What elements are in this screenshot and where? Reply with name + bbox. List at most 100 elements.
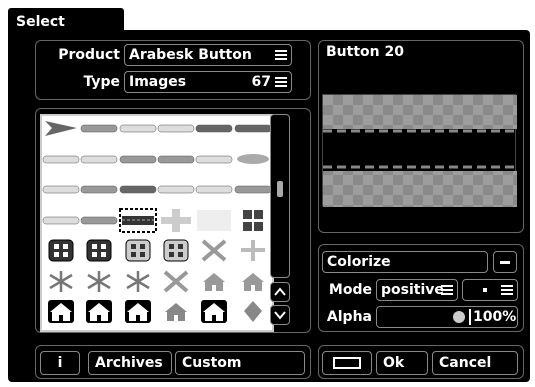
pattern-thumbnail-bar-gray[interactable] — [80, 177, 118, 202]
pattern-thumbnail-bar-light[interactable] — [157, 177, 195, 202]
hamburger-menu-icon — [275, 77, 287, 87]
pattern-thumbnail-bar-dark[interactable] — [119, 177, 157, 202]
pattern-thumbnail-dice-light[interactable] — [157, 238, 195, 263]
pattern-grid — [40, 114, 274, 332]
pattern-thumbnail-diamond[interactable] — [234, 299, 272, 324]
type-count: 67 — [251, 74, 271, 90]
pattern-thumbnail-bar-gray[interactable] — [157, 147, 195, 172]
dice-light-icon — [125, 239, 151, 262]
alpha-value: 100% — [473, 309, 517, 325]
hamburger-menu-icon — [501, 285, 513, 295]
pattern-thumbnail-bar-light[interactable] — [195, 147, 233, 172]
custom-button[interactable]: Custom — [175, 351, 305, 375]
pattern-thumbnail-bar-light[interactable] — [42, 208, 80, 233]
pattern-thumbnail-bar-light[interactable] — [157, 116, 195, 141]
pattern-thumbnail-house-dark[interactable] — [195, 299, 233, 324]
slider-divider — [469, 309, 471, 325]
bar-light-icon — [42, 216, 80, 224]
bar-gray-icon — [119, 155, 156, 163]
mode-options-select[interactable] — [462, 279, 518, 301]
leaf-icon — [236, 153, 269, 164]
product-value: Arabesk Button — [129, 47, 252, 63]
dice-dark-icon — [86, 239, 112, 262]
pattern-thumbnail-bar-gray[interactable] — [80, 116, 118, 141]
bar-light-icon — [195, 185, 233, 194]
pattern-thumbnail-bar-gray[interactable] — [80, 208, 118, 233]
pattern-thumbnail-house[interactable] — [234, 269, 272, 294]
mode-select[interactable]: positive — [376, 279, 458, 301]
pattern-thumbnail-house-dark[interactable] — [42, 299, 80, 324]
cross-light-icon — [160, 208, 191, 232]
pattern-thumbnail-dice-dark[interactable] — [42, 238, 80, 263]
pattern-thumbnail-cross-dark[interactable] — [234, 208, 272, 233]
house-dark-icon — [86, 300, 113, 323]
type-select[interactable]: Images 67 — [124, 71, 292, 93]
pattern-thumbnail-asterisk[interactable] — [42, 269, 80, 294]
dot-icon — [483, 288, 487, 292]
pattern-thumbnail-plain[interactable] — [195, 208, 233, 233]
pattern-thumbnail-asterisk[interactable] — [119, 269, 157, 294]
pattern-thumbnail-house-light[interactable] — [157, 299, 195, 324]
house-dark-icon — [201, 300, 228, 323]
scrollbar-track[interactable] — [270, 114, 290, 278]
pattern-thumbnail-house-dark[interactable] — [119, 299, 157, 324]
bar-light-icon — [195, 155, 233, 163]
cancel-button[interactable]: Cancel — [432, 351, 518, 375]
scroll-up-button[interactable] — [270, 282, 290, 302]
chevron-up-icon — [274, 287, 286, 296]
pattern-thumbnail-bar-dark[interactable] — [234, 116, 272, 141]
colorize-toggle[interactable] — [493, 251, 517, 273]
info-icon: i — [57, 355, 63, 371]
house-dark-icon — [48, 300, 74, 323]
scroll-down-button[interactable] — [270, 305, 290, 325]
pattern-thumbnail-bar-gray[interactable] — [234, 177, 272, 202]
plain-icon — [197, 209, 232, 231]
cancel-label: Cancel — [439, 355, 492, 371]
plus-shape-icon — [240, 240, 265, 261]
bar-light-icon — [157, 124, 195, 133]
color-swatch — [333, 357, 361, 369]
alpha-label: Alpha — [326, 309, 372, 325]
house-icon — [203, 272, 226, 291]
bar-gray-icon — [81, 124, 118, 133]
pattern-thumbnail-dice-light[interactable] — [119, 238, 157, 263]
pattern-thumbnail-bar-light[interactable] — [42, 147, 80, 172]
bar-gray-icon — [81, 216, 118, 224]
archives-button[interactable]: Archives — [88, 351, 172, 375]
house-dark-icon — [124, 300, 151, 323]
pattern-thumbnail-house-dark[interactable] — [80, 299, 118, 324]
dice-dark-icon — [48, 239, 74, 262]
bar-dark-icon — [234, 124, 271, 133]
pattern-thumbnail-button-20-selected[interactable] — [118, 207, 157, 233]
minus-icon — [500, 261, 510, 264]
pattern-thumbnail-x-shape[interactable] — [195, 238, 233, 263]
bar-gray-icon — [234, 185, 271, 194]
pattern-thumbnail-bar-light[interactable] — [119, 116, 157, 141]
bar-gray-icon — [81, 185, 118, 194]
pattern-thumbnail-bar-dark[interactable] — [195, 116, 233, 141]
pattern-thumbnail-asterisk[interactable] — [80, 269, 118, 294]
alpha-slider[interactable]: 100% — [376, 306, 518, 328]
asterisk-icon — [49, 270, 73, 292]
pattern-thumbnail-x-shape[interactable] — [157, 269, 195, 294]
pattern-thumbnail-dice-dark[interactable] — [80, 238, 118, 263]
pattern-thumbnail-leaf[interactable] — [234, 147, 272, 172]
house-light-icon — [164, 303, 187, 321]
pattern-thumbnail-house[interactable] — [195, 269, 233, 294]
product-select[interactable]: Arabesk Button — [124, 44, 292, 66]
info-button[interactable]: i — [40, 351, 80, 375]
pattern-thumbnail-bar-light[interactable] — [195, 177, 233, 202]
slider-handle[interactable] — [453, 311, 465, 323]
colorize-button[interactable]: Colorize — [322, 251, 488, 273]
pattern-thumbnail-bar-light[interactable] — [42, 177, 80, 202]
pattern-thumbnail-bar-light[interactable] — [80, 147, 118, 172]
scrollbar-thumb[interactable] — [277, 181, 283, 197]
type-label: Type — [83, 74, 120, 90]
pattern-preview — [322, 94, 517, 207]
ok-button[interactable]: Ok — [376, 351, 428, 375]
pattern-thumbnail-plus-shape[interactable] — [234, 238, 272, 263]
pattern-thumbnail-bar-gray[interactable] — [119, 147, 157, 172]
pattern-thumbnail-arrow[interactable] — [42, 116, 80, 141]
color-swatch-button[interactable] — [322, 351, 372, 375]
pattern-thumbnail-cross-light[interactable] — [157, 208, 195, 233]
